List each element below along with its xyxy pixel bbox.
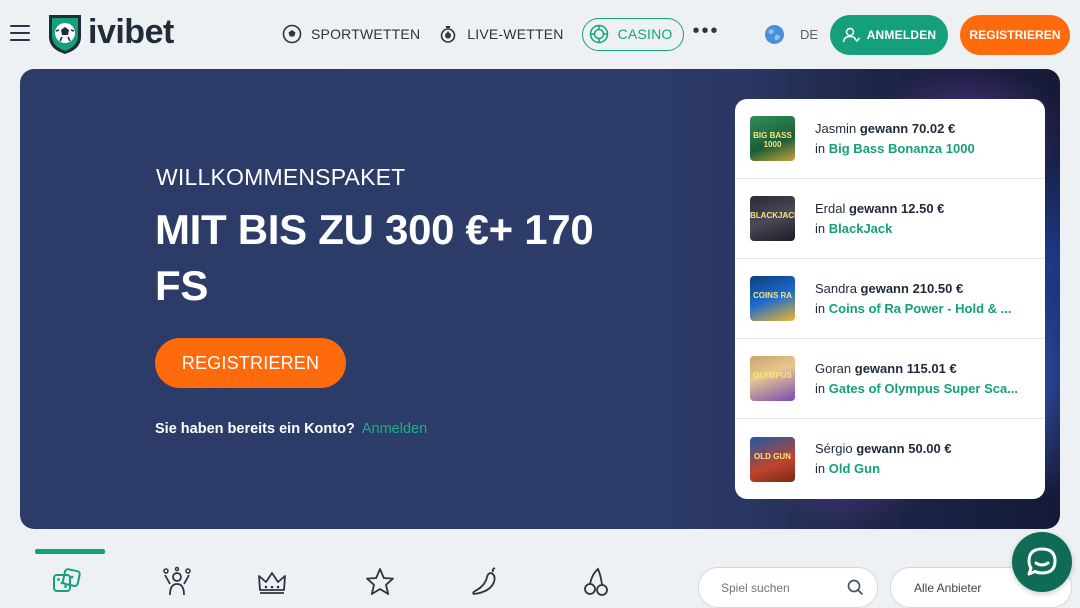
dice-icon[interactable] [51,566,83,598]
winner-action: gewann [854,360,904,376]
provider-label: Alle Anbieter [914,580,982,595]
winner-game-link[interactable]: Gates of Olympus Super Sca... [829,381,1018,396]
nav-label-casino: CASINO [617,26,673,42]
game-thumbnail[interactable]: OLD GUN [750,436,795,482]
winner-action: gewann [856,441,905,456]
game-thumbnail[interactable]: BLACKJACK [750,196,795,241]
winner-game-link[interactable]: Coins of Ra Power - Hold & ... [829,301,1012,316]
search-icon[interactable] [847,579,864,596]
hero-register-button[interactable]: REGISTRIEREN [155,338,346,388]
main-nav: SPORTWETTEN LIVE-WETTEN CASINO ••• [282,17,720,51]
nav-label-sportwetten: SPORTWETTEN [311,26,421,42]
globe-icon [765,25,784,44]
login-button[interactable]: ANMELDEN [830,15,948,55]
winner-game-link[interactable]: Big Bass Bonanza 1000 [829,141,975,156]
winner-name: Sérgio [815,441,853,456]
account-question: Sie haben bereits ein Konto? [155,421,355,437]
game-search-input[interactable]: Spiel suchen [698,567,878,608]
winner-amount: 50.00 € [908,441,952,456]
soccer-ball-icon [282,24,302,44]
cherries-icon[interactable] [580,566,612,598]
stopwatch-icon [440,26,456,43]
language-label: DE [800,27,819,42]
search-placeholder: Spiel suchen [721,580,790,595]
nav-item-casino[interactable]: CASINO [581,17,684,51]
language-selector[interactable]: DE [764,24,818,45]
winner-row[interactable]: COINS RA Sandra gewann 210.50 € in Coins… [735,259,1045,339]
top-header: ivibet SPORTWETTEN LIVE-WETTEN CASINO ••… [0,0,1080,68]
winner-row[interactable]: BIG BASS 1000 Jasmin gewann 70.02 € in B… [735,99,1045,179]
winner-row[interactable]: OLYMPUS Goran gewann 115.01 € in Gates o… [735,339,1045,419]
jackpot-winner-icon[interactable] [161,566,193,598]
nav-item-sportwetten[interactable]: SPORTWETTEN [282,17,420,51]
winner-action: gewann [848,200,898,216]
chat-bubble-icon [1027,547,1057,576]
hero-subtitle: WILLKOMMENSPAKET [156,164,406,190]
winner-name: Jasmin [815,120,857,136]
winner-name: Goran [815,360,852,376]
winner-action: gewann [859,120,909,136]
live-chat-button[interactable] [1012,532,1072,592]
winner-amount: 115.01 € [906,360,957,376]
more-menu-icon[interactable]: ••• [693,20,720,43]
login-label: ANMELDEN [866,28,937,42]
crown-icon[interactable] [256,566,288,598]
nav-item-live-wetten[interactable]: LIVE-WETTEN [438,17,563,51]
winner-amount: 210.50 € [912,280,964,296]
winner-amount: 12.50 € [901,200,945,216]
winner-action: gewann [860,280,909,296]
winner-row[interactable]: OLD GUN Sérgio gewann 50.00 € in Old Gun [735,419,1045,499]
chili-pepper-icon[interactable] [468,566,500,598]
game-thumbnail[interactable]: COINS RA [750,276,795,321]
nav-label-live-wetten: LIVE-WETTEN [467,26,564,42]
logo-text: ivibet [88,12,174,51]
category-active-indicator [35,549,105,554]
hero-title: MIT BIS ZU 300 €+ 170 FS [155,206,594,309]
roulette-icon [589,24,608,44]
logo[interactable]: ivibet [46,11,174,55]
winner-name: Erdal [815,200,846,216]
winner-amount: 70.02 € [911,120,956,136]
register-button-top[interactable]: REGISTRIEREN [960,15,1070,55]
hamburger-menu-icon[interactable] [10,25,30,43]
logo-shield-icon [49,15,81,54]
game-thumbnail[interactable]: OLYMPUS [750,356,795,401]
winner-game-link[interactable]: BlackJack [829,221,893,236]
star-icon[interactable] [364,566,396,598]
recent-winners-panel: BIG BASS 1000 Jasmin gewann 70.02 € in B… [735,99,1045,499]
game-thumbnail[interactable]: BIG BASS 1000 [750,116,795,161]
winner-game-link[interactable]: Old Gun [829,461,880,476]
account-login-link[interactable]: Anmelden [362,421,427,437]
user-icon [842,27,860,43]
hero-account-prompt: Sie haben bereits ein Konto? Anmelden [155,421,427,437]
winner-name: Sandra [815,280,857,296]
winner-row[interactable]: BLACKJACK Erdal gewann 12.50 € in BlackJ… [735,179,1045,259]
